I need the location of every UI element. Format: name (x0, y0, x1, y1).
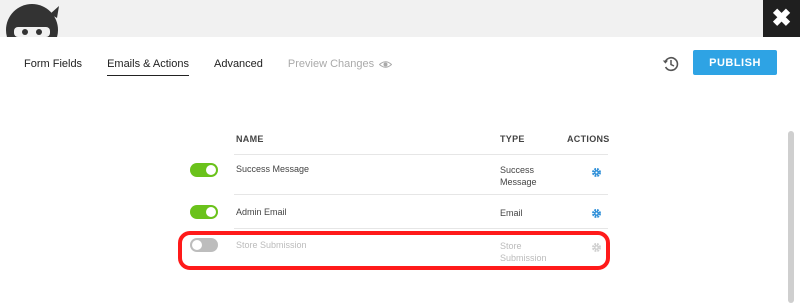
history-icon[interactable] (662, 55, 680, 73)
tab-bar: Form Fields Emails & Actions Advanced Pr… (24, 58, 417, 76)
enable-toggle[interactable] (190, 205, 218, 219)
divider (234, 194, 608, 195)
action-type: Success Message (500, 164, 537, 188)
action-type: Email (500, 207, 523, 219)
tab-emails-actions[interactable]: Emails & Actions (107, 58, 189, 76)
action-name: Admin Email (236, 207, 287, 217)
tab-form-fields[interactable]: Form Fields (24, 58, 82, 76)
action-name: Success Message (236, 164, 310, 174)
top-bar: ✖ (0, 0, 800, 37)
action-type-line1: Success (500, 165, 535, 175)
publish-button[interactable]: PUBLISH (693, 50, 777, 75)
divider (234, 228, 608, 229)
gear-icon[interactable] (591, 167, 602, 178)
action-type-line1: Email (500, 208, 523, 218)
toggle-knob (206, 207, 216, 217)
toggle-knob (206, 165, 216, 175)
close-button[interactable]: ✖ (763, 0, 800, 37)
highlight-annotation (178, 231, 610, 270)
enable-toggle[interactable] (190, 163, 218, 177)
column-header-type: TYPE (500, 134, 525, 144)
tab-preview-changes[interactable]: Preview Changes (287, 58, 393, 76)
ninja-logo-icon (4, 0, 60, 37)
scrollbar[interactable] (788, 131, 794, 303)
close-icon: ✖ (771, 5, 792, 32)
column-header-name: NAME (236, 134, 264, 144)
action-type-line2: Message (500, 177, 537, 187)
tab-advanced[interactable]: Advanced (214, 58, 263, 76)
eye-icon (379, 61, 393, 68)
preview-changes-label: Preview Changes (287, 58, 375, 70)
gear-icon[interactable] (591, 208, 602, 219)
column-header-actions: ACTIONS (567, 134, 610, 144)
divider (234, 154, 608, 155)
